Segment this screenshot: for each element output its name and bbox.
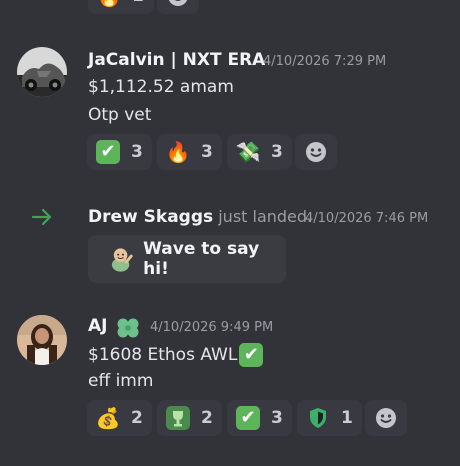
reaction-trophy[interactable]: 2 [157, 400, 222, 436]
message-line: $1608 Ethos AWL ✔ [88, 343, 264, 367]
reaction-count: 1 [132, 0, 144, 6]
wave-button[interactable]: Wave to say hi! [88, 235, 286, 283]
reaction-money-with-wings[interactable]: 💸 3 [227, 134, 292, 170]
reaction-count: 1 [341, 408, 353, 428]
money-bag-icon: 💰 [95, 406, 121, 430]
message-line: $1,112.52 amam [88, 77, 234, 97]
add-reaction-button[interactable] [295, 134, 337, 170]
money-with-wings-icon: 💸 [235, 140, 261, 164]
timestamp: 4/10/2026 9:49 PM [150, 320, 274, 335]
avatar-jacalvin[interactable] [17, 47, 67, 97]
reaction-count: 3 [271, 142, 283, 162]
username[interactable]: AJ [88, 316, 107, 336]
message-line: eff imm [88, 371, 154, 391]
avatar-aj[interactable] [17, 315, 67, 365]
smiley-icon [168, 0, 188, 6]
trophy-icon [165, 405, 191, 431]
reaction-check[interactable]: ✔ 3 [87, 134, 152, 170]
check-mark-icon: ✔ [95, 139, 121, 165]
message-line: Otp vet [88, 105, 152, 125]
reaction-money-bag[interactable]: 💰 2 [87, 400, 152, 436]
reaction-count: 2 [131, 408, 143, 428]
fire-icon: 🔥 [165, 140, 191, 164]
shield-icon [305, 405, 331, 431]
reaction-fire-partial[interactable]: 🔥 1 [88, 0, 154, 14]
join-message: Drew Skaggs just landed. [88, 207, 312, 227]
timestamp: 4/10/2026 7:46 PM [305, 211, 429, 226]
check-mark-icon: ✔ [239, 343, 264, 367]
smiley-icon [306, 142, 326, 162]
reaction-shield[interactable]: 1 [297, 400, 362, 436]
timestamp: 4/10/2026 7:29 PM [263, 54, 387, 69]
add-reaction-button[interactable] [365, 400, 407, 436]
username[interactable]: JaCalvin | NXT ERA [88, 50, 265, 70]
reaction-fire[interactable]: 🔥 3 [157, 134, 222, 170]
reaction-count: 3 [201, 142, 213, 162]
message-line-text: $1608 Ethos AWL [88, 345, 238, 365]
add-reaction-button-partial[interactable] [157, 0, 199, 14]
wave-button-label: Wave to say hi! [143, 239, 260, 279]
reaction-count: 2 [201, 408, 213, 428]
clover-badge-icon [115, 315, 141, 343]
smiley-icon [376, 408, 396, 428]
reaction-check[interactable]: ✔ 3 [227, 400, 292, 436]
reaction-count: 3 [271, 408, 283, 428]
username[interactable]: Drew Skaggs [88, 207, 213, 227]
check-mark-icon: ✔ [235, 405, 261, 431]
join-arrow-icon [31, 208, 53, 230]
fire-icon: 🔥 [96, 0, 122, 9]
join-action-text: just landed. [213, 207, 313, 226]
wave-sticker-icon [111, 248, 133, 272]
reaction-count: 3 [131, 142, 143, 162]
